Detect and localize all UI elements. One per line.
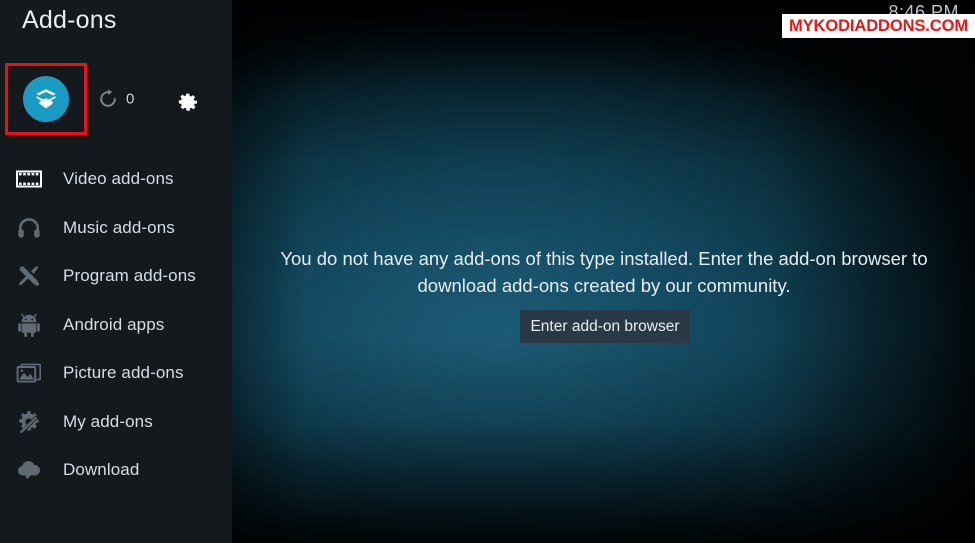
sidebar-item-download[interactable]: Download: [0, 446, 232, 495]
sidebar-item-music-addons[interactable]: Music add-ons: [0, 204, 232, 253]
sidebar-toolbar: 0: [0, 63, 232, 135]
tools-icon: [12, 261, 46, 291]
addon-category-button[interactable]: [5, 63, 87, 135]
enter-addon-browser-button[interactable]: Enter add-on browser: [520, 310, 690, 343]
page-title: Add-ons: [22, 6, 117, 34]
photos-icon: [12, 358, 46, 388]
headphones-icon: [12, 213, 46, 243]
cloud-download-icon: [12, 455, 46, 485]
sidebar-item-label: Picture add-ons: [63, 363, 184, 383]
watermark: MYKODIADDONS.COM: [782, 14, 975, 38]
empty-state-message: You do not have any add-ons of this type…: [280, 248, 928, 296]
sidebar-item-video-addons[interactable]: Video add-ons: [0, 155, 232, 204]
kodi-addons-screen: 8:46 PM Add-ons 0 Video add-ons Music ad…: [0, 0, 975, 543]
sidebar-menu: Video add-ons Music add-ons Program add-…: [0, 155, 232, 495]
sidebar-item-label: Music add-ons: [63, 217, 175, 237]
refresh-count: 0: [126, 90, 135, 108]
sidebar-item-program-addons[interactable]: Program add-ons: [0, 252, 232, 301]
gear-wand-icon: [12, 407, 46, 437]
android-icon: [12, 310, 46, 340]
sidebar-item-label: Video add-ons: [63, 169, 174, 189]
sidebar-item-label: Download: [63, 460, 140, 480]
sidebar-item-android-apps[interactable]: Android apps: [0, 301, 232, 350]
sidebar: Add-ons 0 Video add-ons Music add-ons Pr…: [0, 0, 232, 543]
package-box-icon: [23, 76, 69, 122]
film-strip-icon: [12, 164, 46, 194]
refresh-icon[interactable]: [96, 87, 120, 111]
sidebar-item-picture-addons[interactable]: Picture add-ons: [0, 349, 232, 398]
gear-icon[interactable]: [173, 86, 199, 112]
sidebar-item-label: Android apps: [63, 314, 165, 334]
sidebar-item-label: My add-ons: [63, 411, 153, 431]
sidebar-item-my-addons[interactable]: My add-ons: [0, 398, 232, 447]
sidebar-item-label: Program add-ons: [63, 266, 196, 286]
